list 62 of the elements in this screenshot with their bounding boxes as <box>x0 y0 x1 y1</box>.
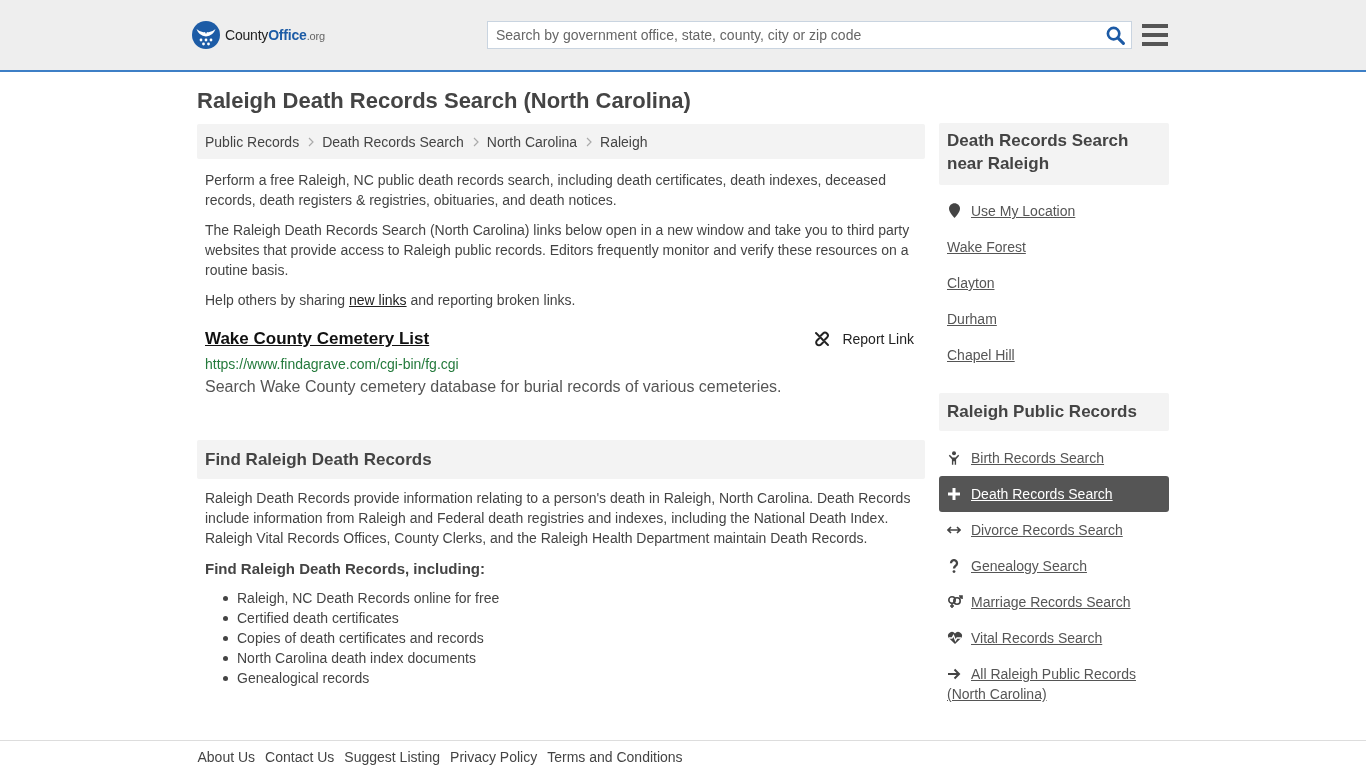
sidebar-heading: Raleigh Public Records <box>939 393 1169 431</box>
logo-text[interactable]: CountyOffice.org <box>225 27 325 43</box>
new-links-link[interactable]: new links <box>348 292 407 308</box>
bullet-icon <box>223 655 228 661</box>
nearby-place-link[interactable]: Clayton <box>939 265 1169 301</box>
sidebar-link[interactable]: Divorce Records Search <box>939 512 1169 548</box>
list-item: Certified death certificates <box>237 609 399 628</box>
gender-symbols-icon <box>947 595 963 609</box>
sidebar-link[interactable]: All Raleigh Public Records (North Carolina) <box>939 656 1169 712</box>
breadcrumb-link[interactable]: Public Records <box>205 133 300 150</box>
sidebar-link[interactable]: Genealogy Search <box>939 548 1169 584</box>
sidebar-link[interactable]: Vital Records Search <box>939 620 1169 656</box>
chevron-icon <box>472 136 479 147</box>
section-heading-bar: Find Raleigh Death Records <box>197 440 925 479</box>
list-item: Raleigh, NC Death Records online for free <box>237 589 500 608</box>
resource-url: https://www.findagrave.com/cgi-bin/fg.cgi <box>205 355 460 374</box>
nearby-place-link[interactable]: Wake Forest <box>939 229 1169 265</box>
list-item: Genealogical records <box>237 669 370 688</box>
person-icon <box>947 451 961 465</box>
bullet-icon <box>223 635 228 641</box>
resource-title-link[interactable]: Wake County Cemetery List <box>205 327 430 351</box>
map-pin-icon <box>949 203 960 218</box>
plus-icon <box>947 487 961 501</box>
list-item: North Carolina death index documents <box>237 649 476 668</box>
menu-icon[interactable] <box>1142 24 1168 46</box>
list-heading: Find Raleigh Death Records, including: <box>205 559 487 579</box>
nearby-place-link[interactable]: Durham <box>939 301 1169 337</box>
breadcrumb-link[interactable]: Death Records Search <box>322 133 464 150</box>
sidebar-link[interactable]: Death Records Search <box>939 476 1169 512</box>
bullet-icon <box>223 595 228 601</box>
resource-description: Search Wake County cemetery database for burial records of various cemeteries. <box>205 377 783 397</box>
chevron-icon <box>586 136 593 147</box>
footer-link[interactable]: Terms and Conditions <box>547 749 683 765</box>
bullet-icon <box>223 675 228 681</box>
intro-paragraph: The Raleigh Death Records Search (North Carolina) links below open in a new window and take you to third party websites that provide access to Raleigh public records. Editors frequently monitor and verify these resources on a routine basis. <box>205 221 911 280</box>
chevron-icon <box>308 136 315 147</box>
share-note: Help others by sharing new links and reporting broken links. <box>205 291 577 310</box>
sidebar-link[interactable]: Marriage Records Search <box>939 584 1169 620</box>
broken-link-icon <box>814 331 831 347</box>
bullet-icon <box>223 615 228 621</box>
arrow-right-icon <box>947 667 961 681</box>
question-mark-icon <box>949 559 959 573</box>
report-link[interactable]: Report Link <box>814 331 914 347</box>
sidebar-heading: Death Records Search near Raleigh <box>939 123 1169 185</box>
breadcrumb-link[interactable]: Raleigh <box>600 133 648 150</box>
footer-link[interactable]: Suggest Listing <box>344 749 441 765</box>
footer-link[interactable]: Contact Us <box>265 749 335 765</box>
sidebar-link[interactable]: Birth Records Search <box>939 440 1169 476</box>
search-field[interactable]: Search by government office, state, county, city or zip code <box>487 21 1132 49</box>
emblem-icon[interactable] <box>192 21 220 49</box>
footer-link[interactable]: Privacy Policy <box>450 749 538 765</box>
section-paragraph: Raleigh Death Records provide information relating to a person's death in Raleigh, North Carolina. Death Records include information from Raleigh and Federal death registries and indexes, including the National Death Index. Raleigh Vital Records Offices, County Clerks, and the Raleigh Health Department maintain Death Records. <box>205 489 912 548</box>
use-location-link[interactable]: Use My Location <box>939 193 1169 229</box>
page-title: Raleigh Death Records Search (North Carolina) <box>197 87 692 115</box>
list-item: Copies of death certificates and records <box>237 629 484 648</box>
search-icon[interactable] <box>1106 26 1125 45</box>
heart-pulse-icon <box>947 631 963 645</box>
intro-paragraph: Perform a free Raleigh, NC public death records search, including death certificates, death indexes, deceased records, death registers & registries, obituaries, and death notices. <box>205 171 887 210</box>
double-arrow-icon <box>947 525 961 535</box>
nearby-place-link[interactable]: Chapel Hill <box>939 337 1169 373</box>
breadcrumb-link[interactable]: North Carolina <box>486 133 578 150</box>
footer-link[interactable]: About Us <box>197 749 256 765</box>
